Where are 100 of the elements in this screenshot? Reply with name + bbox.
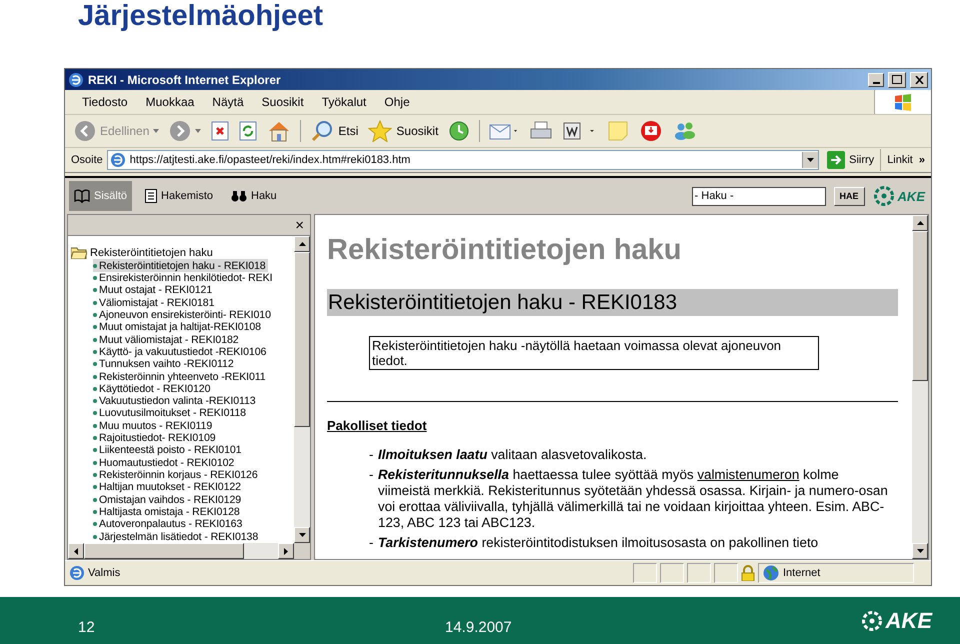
go-button[interactable]: Siirry [823, 149, 882, 171]
monitor-download-icon [639, 120, 664, 142]
tree-item[interactable]: Muu muutos - REKI0119 [93, 420, 214, 432]
tree-item[interactable]: Rekisteröintitietojen haku - REKI018 [93, 259, 268, 272]
stop-page-icon [211, 121, 230, 141]
scrollbar[interactable] [294, 236, 310, 543]
scroll-thumb[interactable] [84, 543, 244, 559]
link[interactable]: valmistenumeron [697, 467, 800, 482]
status-panel [687, 563, 711, 583]
tree-item[interactable]: Muut omistajat ja haltijat-REKI0108 [93, 321, 263, 334]
up-caret-icon [916, 221, 924, 225]
page-heading: Rekisteröintitietojen haku [327, 233, 683, 267]
search-button[interactable]: HAE [834, 186, 865, 206]
maximize-icon [892, 75, 902, 84]
date-text: 14.9.2007 [445, 618, 513, 636]
help-search-field[interactable]: - Haku - [692, 186, 826, 206]
browser-e-icon [110, 152, 126, 168]
page-dot-icon [93, 411, 97, 416]
tree-item[interactable]: Ensirekisteröinnin henkilötiedot- REKI [93, 272, 274, 284]
scroll-right-button[interactable] [278, 543, 294, 559]
tree-item[interactable]: Tunnuksen vaihto -REKI0112 [93, 358, 236, 370]
tree-item[interactable]: Omistajan vaihdos - REKI0129 [93, 494, 244, 506]
help-tab[interactable]: Haku [226, 181, 282, 211]
index-page-icon [145, 189, 158, 203]
page-dot-icon [93, 288, 97, 292]
page-dot-icon [93, 510, 97, 514]
clock-icon [448, 120, 470, 142]
minimize-icon [872, 82, 880, 84]
tree-item[interactable]: Käyttötiedot - REKI0120 [93, 382, 212, 395]
zone-text: Internet [783, 567, 820, 579]
close-pane-button[interactable]: × [295, 218, 304, 232]
tree-item[interactable]: Rekisteröinnin korjaus - REKI0126 [93, 468, 260, 482]
book-icon [74, 189, 90, 203]
address-input[interactable]: https://atjtesti.ake.fi/opasteet/reki/index.htm#reki0183.htm [130, 154, 798, 166]
scroll-down-button[interactable] [294, 527, 310, 543]
favorites-button[interactable]: Suosikit [365, 117, 442, 145]
tree-item[interactable]: Käyttö- ja vakuutustiedot -REKI0106 [93, 346, 268, 358]
page-dot-icon [93, 473, 97, 478]
status-panel [714, 563, 738, 583]
page-dot-icon [93, 534, 97, 539]
scrollbar[interactable] [912, 215, 928, 559]
globe-icon [763, 565, 779, 581]
tree-item[interactable]: Järjestelmän lisätiedot - REKI0138 [93, 530, 260, 543]
scroll-thumb[interactable] [294, 252, 310, 427]
tree-item[interactable]: Ajoneuvon ensirekisteröinti- REKI010 [93, 308, 273, 322]
page-dot-icon [93, 300, 97, 305]
help-tab[interactable]: Hakemisto [140, 181, 218, 211]
tree-item[interactable]: Rajoitustiedot- REKI0109 [93, 432, 218, 444]
scroll-down-button[interactable] [912, 543, 928, 559]
status-panel [660, 563, 684, 583]
tree-item[interactable]: Vakuutustiedon valinta -REKI0113 [93, 395, 258, 408]
star-icon [368, 120, 392, 142]
scroll-up-button[interactable] [912, 215, 928, 231]
page-dot-icon [93, 498, 97, 502]
tree-item[interactable]: Haltijan muutokset - REKI0122 [93, 481, 243, 494]
tree-item[interactable]: Rekisteröinnin yhteenveto -REKI011 [93, 370, 268, 383]
page-dot-icon [93, 399, 97, 404]
sticky-note-icon [607, 120, 630, 142]
scroll-left-button[interactable] [68, 543, 84, 559]
menu-item[interactable]: Näytä [203, 95, 253, 109]
tree-item[interactable]: Autoveronpalautus - REKI0163 [93, 518, 244, 531]
tree-item[interactable]: Liikenteestä poisto - REKI0101 [93, 444, 244, 457]
menu-item[interactable]: Muokkaa [136, 95, 204, 109]
page-dot-icon [93, 424, 97, 428]
home-icon [267, 120, 292, 142]
tree-item[interactable]: Huomautustiedot - REKI0102 [93, 456, 236, 469]
page-dot-icon [93, 338, 97, 342]
list-item-text: Tarkistenumero rekisteröintitodistuksen ilmoitusosasta on pakollinen tieto [378, 535, 820, 551]
open-folder-icon [71, 246, 87, 259]
menu-item[interactable]: Työkalut [312, 95, 376, 109]
menu-item[interactable]: Ohje [375, 95, 419, 109]
minimize-button[interactable] [868, 72, 884, 86]
page-dot-icon [93, 312, 97, 317]
wheel-logo-icon [872, 185, 895, 207]
down-caret-icon [916, 549, 924, 553]
windows-flag-icon [893, 93, 913, 111]
tree-item[interactable]: Väliomistajat - REKI0181 [93, 296, 216, 309]
left-caret-icon [74, 548, 78, 554]
search-button[interactable]: Etsi [307, 117, 362, 145]
horizontal-scrollbar[interactable] [68, 543, 294, 559]
menu-item[interactable]: Suosikit [252, 95, 313, 109]
tree-item[interactable]: Muut väliomistajat - REKI0182 [93, 333, 241, 346]
close-button[interactable] [910, 72, 928, 88]
page-number: 12 [78, 618, 96, 636]
tree-item[interactable]: Luovutusilmoitukset - REKI0118 [93, 407, 248, 420]
links-button[interactable]: Linkit » [885, 154, 931, 166]
page-dot-icon [93, 460, 97, 465]
tree-folder[interactable]: Rekisteröintitietojen haku [90, 246, 213, 259]
dropdown-button[interactable] [802, 152, 818, 168]
menu-item[interactable]: Tiedosto [73, 95, 137, 109]
page-dot-icon [93, 485, 97, 490]
maximize-button[interactable] [888, 72, 906, 88]
tree-item[interactable]: Muut ostajat - REKI0121 [93, 284, 214, 296]
address-field[interactable]: https://atjtesti.ake.fi/opasteet/reki/index.htm#reki0183.htm [106, 150, 820, 170]
dropdown-caret-icon [195, 129, 202, 133]
scroll-up-button[interactable] [294, 236, 310, 252]
tree-item[interactable]: Haltijasta omistaja - REKI0128 [93, 506, 242, 518]
dash-marker: - [369, 447, 374, 463]
scroll-thumb[interactable] [912, 231, 928, 381]
dash-marker: - [369, 467, 374, 484]
